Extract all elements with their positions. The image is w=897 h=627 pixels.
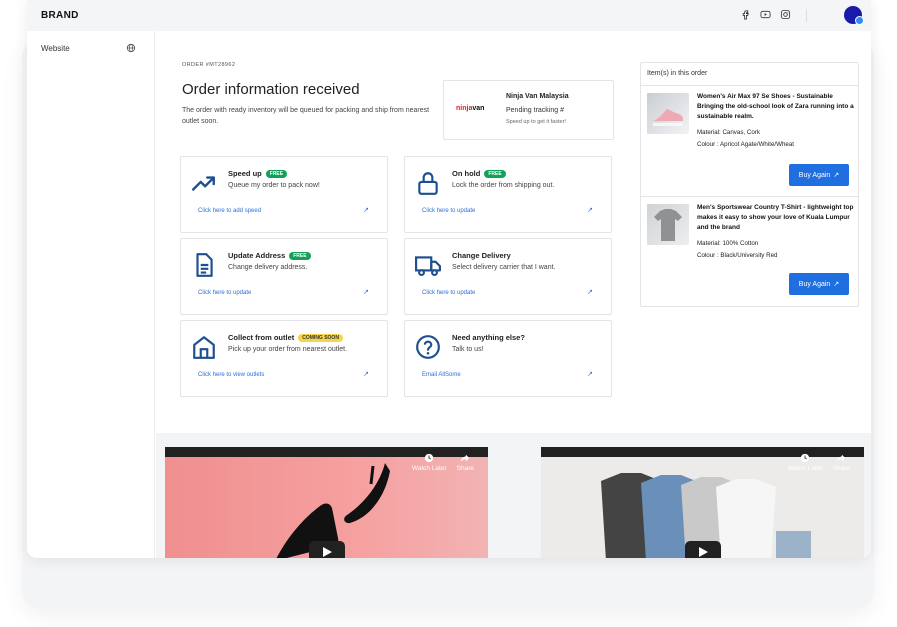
- sidebar-item-label: Website: [41, 43, 70, 53]
- instagram-icon[interactable]: [780, 9, 791, 20]
- card-title: Update Address FREE: [228, 251, 311, 260]
- order-items-panel: Item(s) in this order Women's Air Max 97…: [640, 62, 859, 307]
- buy-again-button[interactable]: Buy Again ↗: [789, 273, 849, 295]
- lock-icon: [415, 170, 441, 196]
- courier-name: Ninja Van Malaysia: [506, 93, 569, 100]
- avatar[interactable]: [844, 6, 864, 25]
- card-title: Change Delivery: [452, 251, 511, 260]
- play-button[interactable]: [308, 541, 345, 558]
- free-badge: FREE: [484, 169, 506, 178]
- card-description: Talk to us!: [452, 346, 484, 353]
- page-subtitle: The order with ready inventory will be q…: [182, 107, 430, 125]
- video-player-heels[interactable]: Watch Later Share: [165, 447, 488, 558]
- card-title: On hold FREE: [452, 169, 506, 178]
- arrow-up-right-icon[interactable]: ↗: [587, 288, 593, 296]
- list-item: Men's Sportswear Country T-Shirt - light…: [641, 196, 858, 306]
- view-outlets-link[interactable]: Click here to view outlets: [198, 372, 264, 378]
- top-bar: BRAND: [27, 0, 871, 31]
- arrow-up-right-icon: ↗: [833, 281, 840, 288]
- brand-logo[interactable]: BRAND: [41, 10, 79, 21]
- buy-again-button[interactable]: Buy Again ↗: [789, 164, 849, 186]
- card-description: Queue my order to pack now!: [228, 182, 320, 189]
- card-title: Speed up FREE: [228, 169, 288, 178]
- add-speed-link[interactable]: Click here to add speed: [198, 208, 261, 214]
- arrow-up-right-icon[interactable]: ↗: [363, 370, 369, 378]
- product-material: Material: 100% Cotton: [697, 240, 759, 247]
- tracking-status: Pending tracking #: [506, 107, 564, 114]
- main-content: ORDER #MT28962 Order information receive…: [156, 31, 871, 433]
- sidebar: Website: [27, 31, 155, 558]
- card-description: Pick up your order from nearest outlet.: [228, 346, 348, 353]
- social-links: [740, 9, 791, 20]
- app-window: BRAND Website ORDER #MT28962 Order infor…: [27, 0, 871, 558]
- order-number: ORDER #MT28962: [182, 62, 236, 68]
- clock-icon: [801, 453, 810, 463]
- share-icon: [837, 454, 846, 462]
- arrow-up-right-icon[interactable]: ↗: [587, 370, 593, 378]
- page-title: Order information received: [182, 81, 360, 98]
- arrow-up-right-icon[interactable]: ↗: [363, 288, 369, 296]
- arrow-up-right-icon: ↗: [833, 172, 840, 179]
- collect-outlet-card[interactable]: Collect from outlet COMING SOON Pick up y…: [180, 320, 388, 397]
- product-name[interactable]: Women's Air Max 97 Se Shoes - Sustainabl…: [697, 92, 855, 122]
- card-description: Change delivery address.: [228, 264, 308, 271]
- home-icon: [191, 334, 217, 360]
- card-title: Need anything else?: [452, 333, 525, 342]
- share-icon: [461, 454, 470, 462]
- globe-icon: [126, 43, 136, 53]
- free-badge: FREE: [289, 251, 311, 260]
- document-icon: [191, 252, 217, 278]
- trending-up-icon: [191, 170, 217, 196]
- video-tools: Watch Later Share: [788, 453, 850, 472]
- truck-icon: [415, 252, 441, 278]
- email-link[interactable]: Email AllSome: [422, 372, 461, 378]
- card-title: Collect from outlet COMING SOON: [228, 333, 343, 342]
- courier-hint: Speed up to get it faster!: [506, 119, 566, 125]
- update-link[interactable]: Click here to update: [198, 290, 251, 296]
- product-colour: Colour : Black/University Red: [697, 252, 778, 259]
- watch-later-button[interactable]: Watch Later: [412, 453, 447, 472]
- on-hold-card[interactable]: On hold FREE Lock the order from shipping…: [404, 156, 612, 233]
- video-tools: Watch Later Share: [412, 453, 474, 472]
- free-badge: FREE: [265, 169, 288, 178]
- divider: [806, 9, 807, 22]
- play-button[interactable]: [684, 541, 721, 558]
- share-button[interactable]: Share: [833, 453, 850, 472]
- clock-icon: [425, 453, 434, 463]
- share-button[interactable]: Share: [457, 453, 474, 472]
- update-address-card[interactable]: Update Address FREE Change delivery addre…: [180, 238, 388, 315]
- product-material: Material: Canvas, Cork: [697, 129, 760, 136]
- help-card[interactable]: Need anything else? Talk to us! Email Al…: [404, 320, 612, 397]
- arrow-up-right-icon[interactable]: ↗: [587, 206, 593, 214]
- card-description: Select delivery carrier that I want.: [452, 264, 556, 271]
- product-image-tshirt[interactable]: [647, 204, 689, 245]
- list-item: Women's Air Max 97 Se Shoes - Sustainabl…: [641, 86, 858, 196]
- watch-later-button[interactable]: Watch Later: [788, 453, 823, 472]
- product-image-shoe[interactable]: [647, 93, 689, 134]
- courier-logo: ninjavan: [456, 105, 485, 112]
- product-name[interactable]: Men's Sportswear Country T-Shirt - light…: [697, 203, 855, 233]
- update-link[interactable]: Click here to update: [422, 208, 475, 214]
- coming-soon-badge: COMING SOON: [298, 333, 343, 342]
- facebook-icon[interactable]: [740, 9, 751, 20]
- arrow-up-right-icon[interactable]: ↗: [363, 206, 369, 214]
- change-delivery-card[interactable]: Change Delivery Select delivery carrier …: [404, 238, 612, 315]
- card-description: Lock the order from shipping out.: [452, 182, 555, 189]
- video-player-tshirts[interactable]: Watch Later Share: [541, 447, 864, 558]
- speed-up-card[interactable]: Speed up FREE Queue my order to pack now!…: [180, 156, 388, 233]
- help-circle-icon: [415, 334, 441, 360]
- sidebar-item-website[interactable]: Website: [41, 43, 136, 53]
- courier-card: ninjavan Ninja Van Malaysia Pending trac…: [443, 80, 614, 140]
- video-section: Watch Later Share Watch Later Share: [156, 433, 871, 558]
- product-colour: Colour : Apricot Agate/White/Wheat: [697, 141, 794, 148]
- youtube-icon[interactable]: [760, 9, 771, 20]
- update-link[interactable]: Click here to update: [422, 290, 475, 296]
- items-heading: Item(s) in this order: [641, 63, 858, 86]
